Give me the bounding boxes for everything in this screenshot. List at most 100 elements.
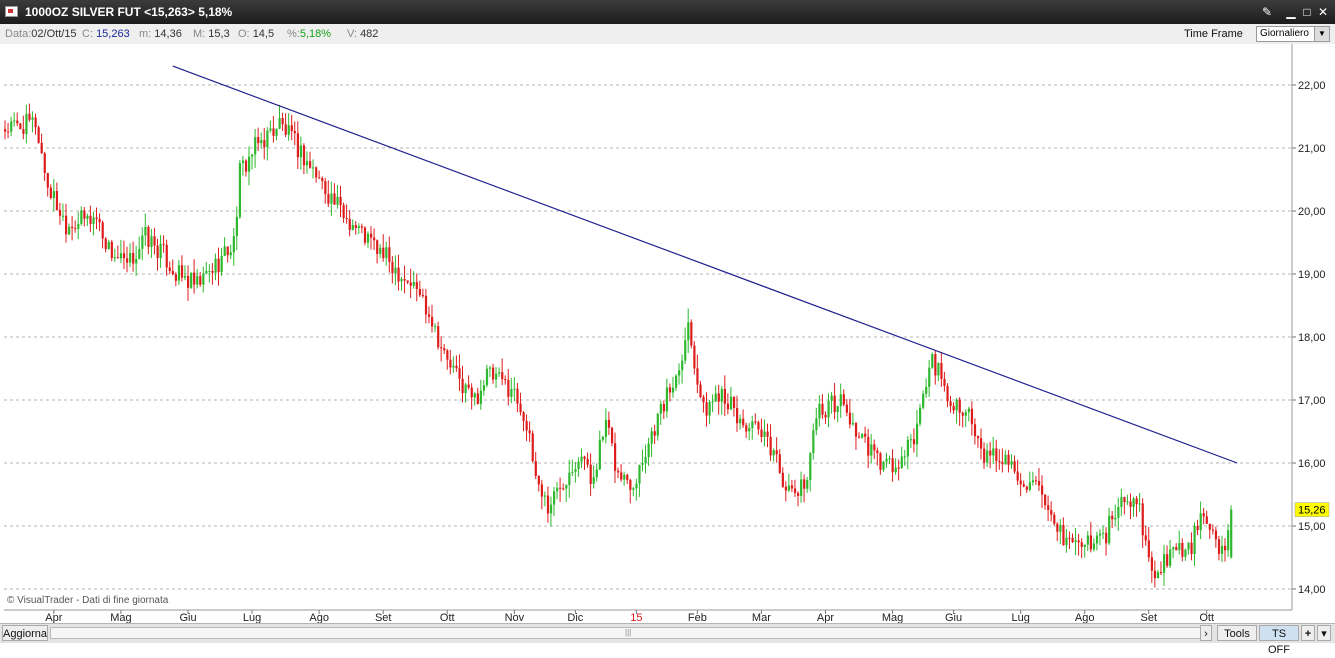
candle-body [1092, 543, 1096, 550]
timeframe-select[interactable]: Giornaliero ▼ [1256, 26, 1330, 42]
candle-body [342, 205, 345, 219]
candle-body [736, 407, 739, 424]
candle-body [363, 227, 367, 243]
candle-body [61, 215, 65, 217]
candle-body [287, 125, 290, 135]
time-tick-label: Giu [179, 612, 196, 623]
candle-body [77, 223, 80, 229]
candle-body [772, 450, 775, 456]
candle-body [83, 210, 86, 219]
candle-body [312, 167, 315, 169]
candle-body [455, 365, 458, 369]
candle-body [1010, 461, 1013, 465]
candle-body [1086, 535, 1089, 545]
ts-off-button[interactable]: TS OFF [1259, 625, 1299, 656]
candle-body [126, 258, 129, 263]
candle-body [967, 408, 970, 413]
candle-body [1217, 539, 1221, 554]
percent-info: %:5,18% [287, 28, 332, 40]
candle-body [202, 273, 205, 285]
tool-icon[interactable]: ✎ [1259, 4, 1275, 20]
candle-body [751, 421, 754, 429]
candle-body [504, 379, 507, 381]
candle-body [644, 457, 647, 464]
candle-body [1132, 498, 1135, 507]
candle-body [13, 120, 16, 122]
candle-body [71, 226, 74, 229]
candle-body [336, 196, 339, 205]
candle-body [876, 450, 879, 454]
candle-body [40, 142, 43, 154]
time-tick-label: Ott [440, 612, 455, 623]
candle-body [970, 408, 974, 425]
candle-body [223, 246, 226, 256]
candle-body [678, 370, 681, 376]
candle-body [1190, 542, 1193, 555]
time-tick-label: Giu [945, 612, 962, 623]
candle-body [1037, 481, 1041, 486]
candle-body [864, 433, 867, 437]
candle-body [1159, 571, 1163, 573]
candle-body [31, 117, 34, 120]
candle-body [281, 118, 284, 125]
candle-body [302, 145, 306, 166]
maximize-icon[interactable]: □ [1299, 4, 1315, 20]
candle-body [513, 388, 516, 390]
candle-body [800, 479, 803, 496]
candle-body [174, 274, 177, 281]
minimize-icon[interactable]: ▁ [1283, 4, 1299, 20]
dropdown-arrow-icon: ▼ [1314, 27, 1329, 41]
candle-body [86, 215, 89, 219]
candle-body [553, 491, 556, 505]
candle-body [251, 154, 254, 157]
candle-body [156, 245, 159, 258]
candle-body [845, 404, 848, 413]
candle-body [934, 354, 937, 376]
candle-body [339, 196, 342, 206]
candle-body [28, 113, 31, 120]
price-chart[interactable]: 14,00 15,00 16,00 17,00 18,00 19,00 20,00 21,00… [0, 44, 1335, 623]
plus-button[interactable]: + [1301, 625, 1315, 641]
candle-body [1147, 540, 1150, 558]
candle-body [132, 252, 135, 264]
candle-body [382, 247, 385, 259]
candle-body [196, 276, 199, 285]
candle-body [388, 247, 391, 262]
date-info: Data:02/Ott/15 [5, 28, 77, 40]
candle-body [22, 129, 25, 134]
candle-body [699, 384, 702, 398]
scroll-grip-icon[interactable]: ||| [625, 629, 635, 637]
chevron-down-icon[interactable]: ▾ [1317, 625, 1331, 641]
refresh-button[interactable]: Aggiorna [2, 625, 48, 641]
tools-button[interactable]: Tools [1217, 625, 1257, 641]
candle-body [623, 474, 626, 480]
scroll-right-icon[interactable]: › [1200, 625, 1212, 641]
candle-body [638, 464, 641, 484]
candle-body [522, 412, 525, 421]
candle-body [180, 265, 184, 278]
candle-body [940, 363, 943, 379]
time-tick-label: Ago [309, 612, 329, 623]
candle-body [1123, 497, 1126, 503]
candle-body [766, 431, 769, 437]
candle-body [571, 471, 574, 473]
candle-body [183, 275, 187, 278]
candle-body [906, 439, 909, 457]
candle-body [525, 420, 528, 431]
candle-body [1062, 525, 1065, 546]
close-icon[interactable]: ✕ [1315, 4, 1331, 20]
candle-body [955, 399, 958, 411]
time-tick-label: Ott [1199, 612, 1214, 623]
candle-body [534, 461, 537, 476]
candle-body [1004, 454, 1007, 465]
timeframe-value: Giornaliero [1260, 28, 1309, 39]
candle-body [592, 477, 595, 484]
candle-body [937, 363, 940, 376]
candle-body [903, 456, 906, 458]
horizontal-scrollbar[interactable]: ||| [50, 627, 1212, 639]
candle-body [696, 368, 699, 385]
price-tick-label: 15,00 [1298, 521, 1326, 533]
candle-body [89, 215, 92, 224]
candle-body [193, 272, 196, 285]
candle-body [787, 485, 791, 491]
